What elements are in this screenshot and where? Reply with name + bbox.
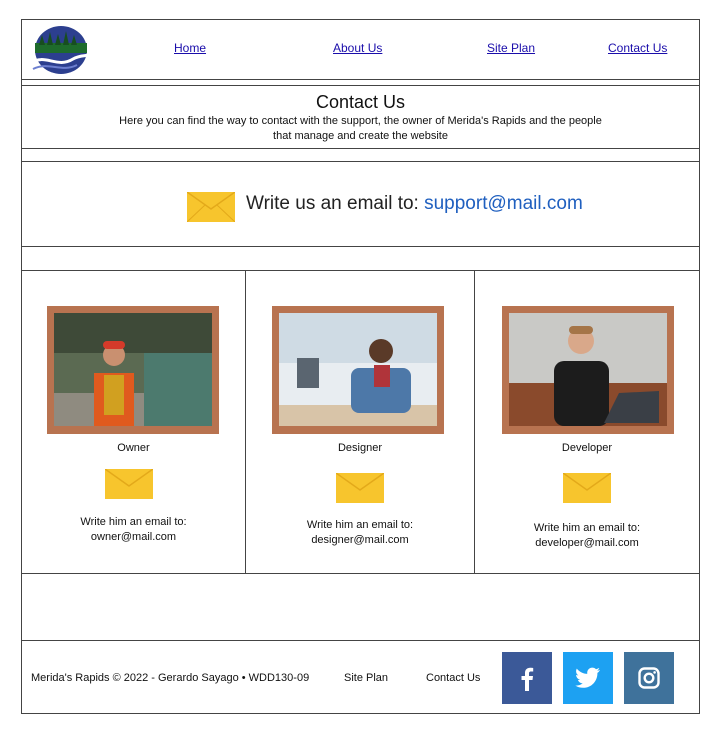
owner-email-text: Write him an email to: owner@mail.com — [22, 515, 245, 545]
intro-text: Here you can find the way to contact wit… — [119, 115, 602, 142]
team-card-designer: Designer Write him an email to: designer… — [245, 271, 475, 573]
support-email-text: Write us an email to: support@mail.com — [246, 193, 583, 215]
header-divider — [22, 79, 699, 80]
twitter-button[interactable] — [563, 652, 613, 704]
facebook-button[interactable] — [502, 652, 552, 704]
designer-email-label: Write him an email to: — [306, 519, 414, 531]
site-logo[interactable] — [27, 23, 95, 77]
team-card-developer: Developer Write him an email to: develop… — [475, 271, 699, 573]
developer-email-label: Write him an email to: — [533, 522, 641, 534]
support-email-link[interactable]: support@mail.com — [424, 193, 583, 214]
designer-email-text: Write him an email to: designer@mail.com — [246, 518, 474, 548]
envelope-icon — [336, 473, 384, 503]
nav-about-link[interactable]: About Us — [333, 41, 382, 55]
intro-divider — [22, 148, 699, 149]
designer-photo — [272, 306, 444, 434]
twitter-icon — [575, 667, 600, 688]
owner-email-link[interactable]: owner@mail.com — [22, 530, 245, 545]
logo-icon — [30, 26, 95, 74]
footer-site-plan-link[interactable]: Site Plan — [344, 672, 388, 684]
designer-role: Designer — [337, 442, 383, 454]
developer-email-text: Write him an email to: developer@mail.co… — [475, 521, 699, 551]
instagram-button[interactable] — [624, 652, 674, 704]
footer-copyright: Merida's Rapids © 2022 - Gerardo Sayago … — [31, 672, 310, 684]
header-divider-2 — [22, 85, 699, 86]
envelope-icon — [563, 473, 611, 503]
envelope-icon — [187, 192, 235, 222]
page-title: Contact Us — [315, 92, 406, 112]
facebook-icon — [521, 667, 534, 691]
team-section: Owner Write him an email to: owner@mail.… — [22, 270, 699, 574]
nav-contact-link[interactable]: Contact Us — [608, 41, 667, 55]
designer-email-link[interactable]: designer@mail.com — [246, 533, 474, 548]
nav-site-plan-link[interactable]: Site Plan — [487, 41, 535, 55]
owner-photo — [47, 306, 219, 434]
footer-contact-link[interactable]: Contact Us — [426, 672, 480, 684]
nav-home-link[interactable]: Home — [174, 41, 206, 55]
team-card-owner: Owner Write him an email to: owner@mail.… — [22, 271, 245, 573]
owner-image — [54, 313, 212, 426]
designer-image — [279, 313, 437, 426]
developer-photo — [502, 306, 674, 434]
owner-role: Owner — [117, 442, 150, 454]
site-footer: Merida's Rapids © 2022 - Gerardo Sayago … — [22, 640, 699, 713]
support-email-prefix: Write us an email to: — [246, 193, 425, 214]
developer-role: Developer — [561, 442, 613, 454]
support-email-box: Write us an email to: support@mail.com — [22, 161, 699, 247]
developer-email-link[interactable]: developer@mail.com — [475, 536, 699, 551]
developer-image — [509, 313, 667, 426]
owner-email-label: Write him an email to: — [80, 516, 187, 528]
envelope-icon — [105, 469, 153, 499]
site-header: Home About Us Site Plan Contact Us — [22, 20, 699, 79]
instagram-icon — [638, 667, 660, 689]
page-frame: Home About Us Site Plan Contact Us Conta… — [21, 19, 700, 714]
